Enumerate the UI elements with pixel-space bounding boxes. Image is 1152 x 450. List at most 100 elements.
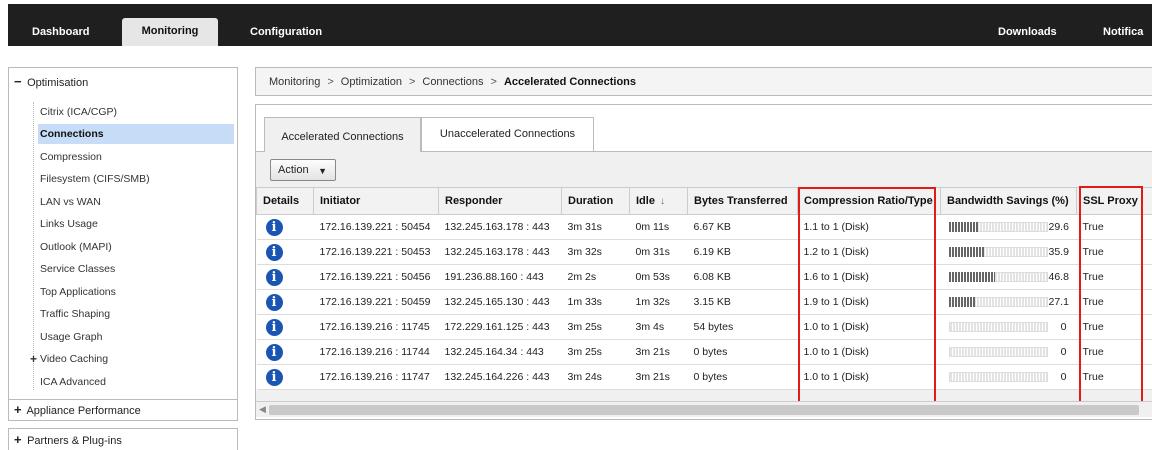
sidebar-item-outlook[interactable]: Outlook (MAPI) xyxy=(40,237,112,257)
sort-down-arrow-icon: ↓ xyxy=(659,196,665,207)
table-row[interactable]: i 172.16.139.216 : 11744 132.245.164.34 : … xyxy=(256,339,1152,365)
expand-icon: + xyxy=(14,432,22,447)
partners-plugins-header[interactable]: + Partners & Plug-ins xyxy=(14,432,122,447)
duration-cell: 2m 2s xyxy=(561,264,630,290)
details-cell: i xyxy=(256,314,314,340)
col-header-responder[interactable]: Responder xyxy=(438,187,562,215)
optimisation-section-header[interactable]: − Optimisation xyxy=(14,74,88,89)
breadcrumb-connections[interactable]: Connections xyxy=(422,76,483,88)
initiator-cell: 172.16.139.216 : 11747 xyxy=(313,364,439,390)
sidebar-item-service-classes[interactable]: Service Classes xyxy=(40,259,115,279)
responder-cell: 132.245.163.178 : 443 xyxy=(438,239,562,265)
sidebar-item-usage-graph[interactable]: Usage Graph xyxy=(40,327,102,347)
col-header-initiator[interactable]: Initiator xyxy=(313,187,439,215)
nav-downloads[interactable]: Downloads xyxy=(998,26,1057,46)
sidebar-item-ica-advanced[interactable]: ICA Advanced xyxy=(40,372,106,392)
sidebar-item-connections[interactable]: Connections xyxy=(38,124,234,144)
breadcrumb-current: Accelerated Connections xyxy=(503,76,637,88)
nav-monitoring[interactable]: Monitoring xyxy=(122,18,218,46)
horizontal-scrollbar[interactable]: ◀ xyxy=(256,401,1152,417)
bandwidth-bar xyxy=(948,272,1048,282)
bandwidth-value: 27.1 xyxy=(1048,296,1069,308)
duration-cell: 1m 33s xyxy=(561,289,630,315)
bytes-cell: 3.15 KB xyxy=(687,289,798,315)
initiator-cell: 172.16.139.216 : 11745 xyxy=(313,314,439,340)
scrollbar-thumb[interactable] xyxy=(269,405,1139,415)
expand-icon: + xyxy=(14,402,22,417)
info-circle-icon[interactable]: i xyxy=(265,343,283,361)
nav-dashboard[interactable]: Dashboard xyxy=(32,26,89,46)
bandwidth-cell: 46.8 xyxy=(940,264,1077,290)
bandwidth-value: 0 xyxy=(1060,321,1067,333)
col-header-idle[interactable]: Idle ↓ xyxy=(629,187,688,215)
action-dropdown[interactable]: Action ▼ xyxy=(270,159,336,181)
bytes-cell: 6.08 KB xyxy=(687,264,798,290)
bandwidth-value: 0 xyxy=(1060,346,1067,358)
breadcrumb-separator: > xyxy=(327,76,334,88)
responder-cell: 132.245.164.226 : 443 xyxy=(438,364,562,390)
details-cell: i xyxy=(256,339,314,365)
partners-plugins-label: Partners & Plug-ins xyxy=(27,435,122,447)
bandwidth-bar-fill xyxy=(948,272,995,282)
idle-cell: 3m 21s xyxy=(629,364,688,390)
sidebar-item-video-caching[interactable]: + Video Caching xyxy=(30,349,108,369)
bytes-cell: 0 bytes xyxy=(687,364,798,390)
action-label: Action xyxy=(278,164,309,176)
col-header-duration[interactable]: Duration xyxy=(561,187,630,215)
bandwidth-cell: 35.9 xyxy=(940,239,1077,265)
table-row[interactable]: i 172.16.139.221 : 50454 132.245.163.178 :… xyxy=(256,214,1152,240)
sidebar-item-lan-vs-wan[interactable]: LAN vs WAN xyxy=(40,192,101,212)
table-row[interactable]: i 172.16.139.221 : 50453 132.245.163.178 :… xyxy=(256,239,1152,265)
info-circle-icon[interactable]: i xyxy=(265,318,283,336)
duration-cell: 3m 25s xyxy=(561,314,630,340)
col-header-details[interactable]: Details xyxy=(256,187,314,215)
idle-cell: 0m 31s xyxy=(629,239,688,265)
sidebar-item-compression[interactable]: Compression xyxy=(40,147,102,167)
tab-unaccelerated-connections[interactable]: Unaccelerated Connections xyxy=(421,117,594,152)
info-circle-icon[interactable]: i xyxy=(265,368,283,386)
table-row[interactable]: i 172.16.139.216 : 11745 172.229.161.125 :… xyxy=(256,314,1152,340)
details-cell: i xyxy=(256,264,314,290)
nav-configuration[interactable]: Configuration xyxy=(250,26,322,46)
responder-cell: 172.229.161.125 : 443 xyxy=(438,314,562,340)
bytes-cell: 0 bytes xyxy=(687,339,798,365)
idle-header-label: Idle xyxy=(636,195,655,207)
ssl-proxy-highlight-box xyxy=(1079,186,1143,403)
tab-accelerated-connections[interactable]: Accelerated Connections xyxy=(264,117,421,152)
breadcrumb-monitoring[interactable]: Monitoring xyxy=(269,76,320,88)
tree-guide-line xyxy=(33,102,34,390)
sidebar-item-traffic-shaping[interactable]: Traffic Shaping xyxy=(40,304,110,324)
bandwidth-bar-track xyxy=(948,347,1048,357)
appliance-performance-header[interactable]: + Appliance Performance xyxy=(14,402,141,417)
bandwidth-bar xyxy=(948,347,1048,357)
info-circle-icon[interactable]: i xyxy=(265,218,283,236)
table-row[interactable]: i 172.16.139.221 : 50459 132.245.165.130 :… xyxy=(256,289,1152,315)
sidebar-item-top-applications[interactable]: Top Applications xyxy=(40,282,116,302)
bandwidth-bar xyxy=(948,247,1048,257)
responder-cell: 191.236.88.160 : 443 xyxy=(438,264,562,290)
sidebar-item-links-usage[interactable]: Links Usage xyxy=(40,214,98,234)
col-header-bandwidth-savings[interactable]: Bandwidth Savings (%) xyxy=(940,187,1077,215)
nav-notifications[interactable]: Notifica xyxy=(1103,26,1143,46)
table-row[interactable]: i 172.16.139.221 : 50456 191.236.88.160 : … xyxy=(256,264,1152,290)
bandwidth-cell: 29.6 xyxy=(940,214,1077,240)
initiator-cell: 172.16.139.221 : 50456 xyxy=(313,264,439,290)
info-circle-icon[interactable]: i xyxy=(265,243,283,261)
bandwidth-bar xyxy=(948,222,1048,232)
bandwidth-cell: 0 xyxy=(940,314,1077,340)
expand-icon[interactable]: + xyxy=(30,349,37,369)
sidebar-item-citrix[interactable]: Citrix (ICA/CGP) xyxy=(40,102,117,122)
info-circle-icon[interactable]: i xyxy=(265,293,283,311)
breadcrumb-separator: > xyxy=(408,76,416,88)
sidebar-item-filesystem[interactable]: Filesystem (CIFS/SMB) xyxy=(40,169,150,189)
bandwidth-bar-track xyxy=(948,322,1048,332)
breadcrumb-optimization[interactable]: Optimization xyxy=(341,76,402,88)
table-header-row: Details Initiator Responder Duration Idl… xyxy=(256,187,1152,215)
bandwidth-value: 46.8 xyxy=(1048,271,1069,283)
scroll-left-arrow-icon[interactable]: ◀ xyxy=(259,404,266,415)
table-row[interactable]: i 172.16.139.216 : 11747 132.245.164.226 :… xyxy=(256,364,1152,390)
details-cell: i xyxy=(256,289,314,315)
idle-cell: 0m 53s xyxy=(629,264,688,290)
col-header-bytes-transferred[interactable]: Bytes Transferred xyxy=(687,187,798,215)
info-circle-icon[interactable]: i xyxy=(265,268,283,286)
